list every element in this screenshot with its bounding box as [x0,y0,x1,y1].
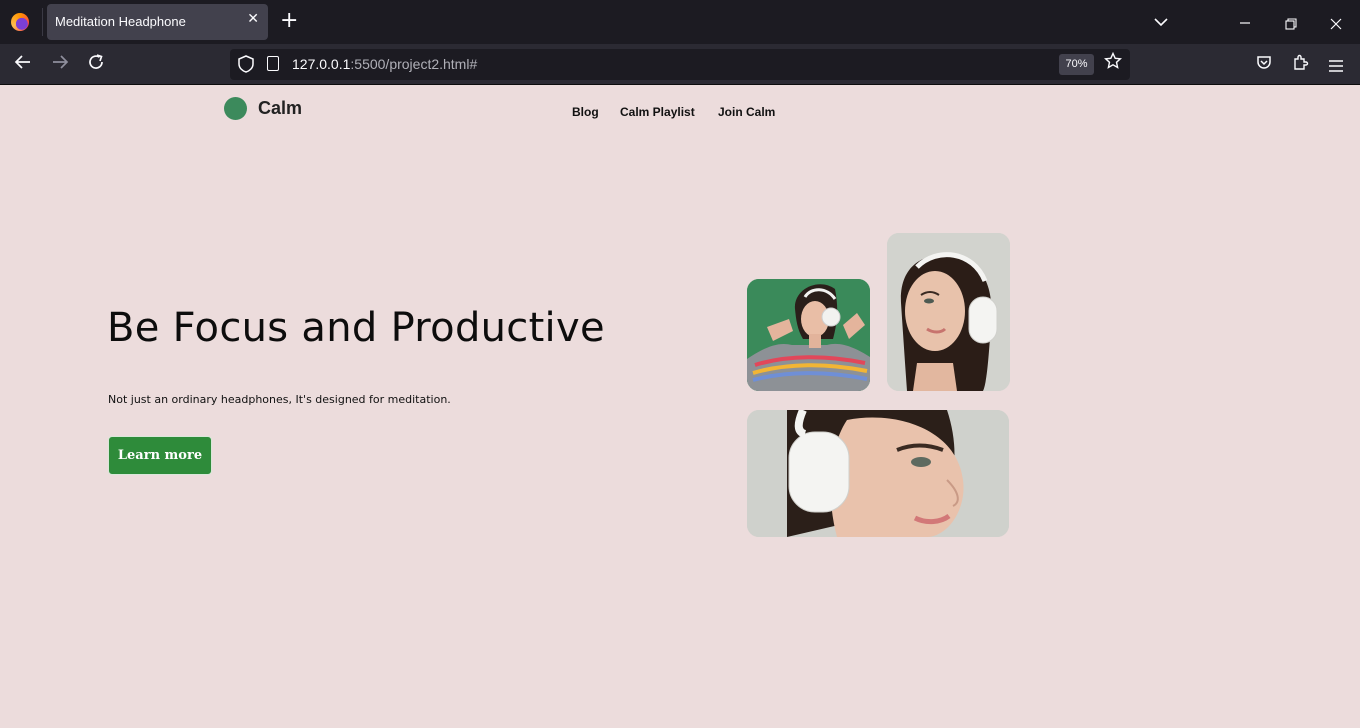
tab-separator [42,8,43,36]
tab-close-icon[interactable]: ✕ [247,11,259,27]
tab-bar: Meditation Headphone ✕ + [0,0,1360,44]
nav-link-blog[interactable]: Blog [572,105,599,119]
nav-link-join-calm[interactable]: Join Calm [718,105,775,119]
back-icon[interactable] [14,53,32,77]
forward-icon[interactable] [51,53,69,77]
shield-icon[interactable] [238,55,254,73]
woman-headphones-photo-portrait [887,233,1010,391]
url-bar[interactable]: 127.0.0.1:5500/project2.html# 70% [230,49,1130,80]
learn-more-button[interactable]: Learn more [108,436,212,475]
tab-title: Meditation Headphone [55,14,186,29]
hero-subtitle: Not just an ordinary headphones, It's de… [108,393,451,406]
zoom-level-badge[interactable]: 70% [1059,54,1094,75]
list-tabs-icon[interactable] [1154,12,1168,31]
logo-text[interactable]: Calm [258,98,302,119]
url-host: 127.0.0.1 [292,56,351,72]
reload-icon[interactable] [87,53,105,77]
woman-headphones-photo-green [747,279,870,391]
url-path: :5500/project2.html# [350,56,478,72]
url-text[interactable]: 127.0.0.1:5500/project2.html# [292,56,477,72]
nav-link-calm-playlist[interactable]: Calm Playlist [620,105,695,119]
new-tab-button[interactable]: + [280,9,298,33]
extensions-icon[interactable] [1292,54,1309,77]
close-icon[interactable] [1330,15,1342,34]
star-icon[interactable] [1103,51,1123,75]
firefox-icon [11,13,29,31]
woman-headphones-photo-closeup [747,410,1009,537]
menu-icon[interactable] [1329,56,1343,78]
restore-icon[interactable] [1285,15,1297,34]
navigation-bar: 127.0.0.1:5500/project2.html# 70% [0,44,1360,85]
minimize-icon[interactable] [1239,14,1251,33]
page-content: Calm Blog Calm Playlist Join Calm Be Foc… [0,85,1360,728]
pocket-icon[interactable] [1256,55,1272,77]
active-tab[interactable]: Meditation Headphone ✕ [47,4,268,40]
page-icon[interactable] [267,56,279,71]
logo-dot-icon [224,97,247,120]
hero-title: Be Focus and Productive [107,305,605,351]
